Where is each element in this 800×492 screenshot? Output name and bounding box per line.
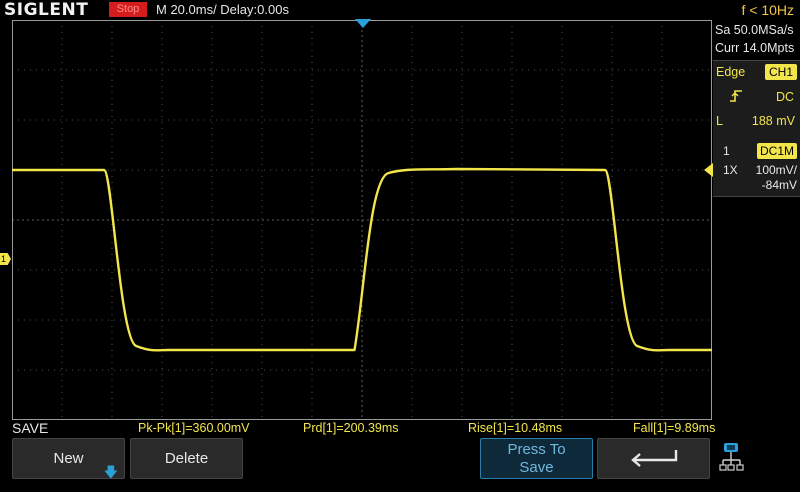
trigger-position-marker[interactable] (355, 19, 371, 28)
new-button[interactable]: New 🡇 (12, 438, 125, 480)
timebase-readout[interactable]: M 20.0ms/ Delay:0.00s (156, 1, 289, 19)
trigger-type: Edge (716, 65, 746, 79)
frequency-readout: f < 10Hz (741, 2, 794, 18)
measurement-pkpk: Pk-Pk[1]=360.00mV (138, 421, 250, 435)
measurement-fall: Fall[1]=9.89ms (633, 421, 716, 435)
graticule-lines (12, 20, 712, 420)
trigger-source-badge: CH1 (764, 64, 797, 80)
ch1-ground-marker[interactable]: 1 (0, 253, 11, 265)
trigger-panel[interactable]: Edge CH1 DC L 188 mV (713, 60, 800, 152)
status-bar: SIGLENT Stop M 20.0ms/ Delay:0.00s f < 1… (0, 0, 800, 20)
trigger-level-marker[interactable] (704, 163, 713, 177)
delete-button[interactable]: Delete (130, 438, 243, 479)
trigger-level-value: 188 mV (751, 114, 795, 128)
menu-title: SAVE (12, 420, 49, 436)
measurement-period: Prd[1]=200.39ms (303, 421, 399, 435)
save-button[interactable]: Press To Save (480, 438, 593, 479)
network-icon (719, 443, 744, 471)
vertical-offset: -84mV (761, 178, 797, 192)
sample-rate: Sa 50.0MSa/s (715, 23, 794, 37)
channel1-panel[interactable]: 1 DC1M 1X 100mV/ -84mV (713, 140, 800, 197)
waveform-display[interactable] (12, 20, 712, 420)
down-arrow-icon: 🡇 (103, 464, 118, 480)
run-state-badge[interactable]: Stop (109, 2, 147, 17)
rising-edge-icon (730, 90, 742, 102)
trigger-level-label: L (716, 114, 723, 128)
return-arrow-icon (631, 450, 678, 467)
vertical-scale: 100mV/ (755, 163, 797, 177)
channel-coupling-badge: DC1M (756, 143, 797, 159)
save-label-line2: Save (519, 459, 554, 476)
info-panel: Sa 50.0MSa/s Curr 14.0Mpts Edge CH1 DC L… (713, 20, 800, 440)
channel-number: 1 (723, 144, 730, 158)
softkey-bar: New 🡇 Delete Press To Save (0, 437, 800, 480)
measurement-rise: Rise[1]=10.48ms (468, 421, 563, 435)
memory-depth: Curr 14.0Mpts (715, 41, 795, 55)
new-label: New (53, 450, 84, 467)
graticule (12, 20, 712, 420)
brand-logo: SIGLENT (4, 0, 89, 20)
back-button[interactable] (597, 438, 710, 479)
probe-attenuation: 1X (723, 163, 738, 177)
save-label-line1: Press To (507, 441, 566, 458)
trigger-coupling: DC (775, 90, 794, 104)
measurement-bar: SAVE Pk-Pk[1]=360.00mV Prd[1]=200.39ms R… (0, 420, 716, 437)
